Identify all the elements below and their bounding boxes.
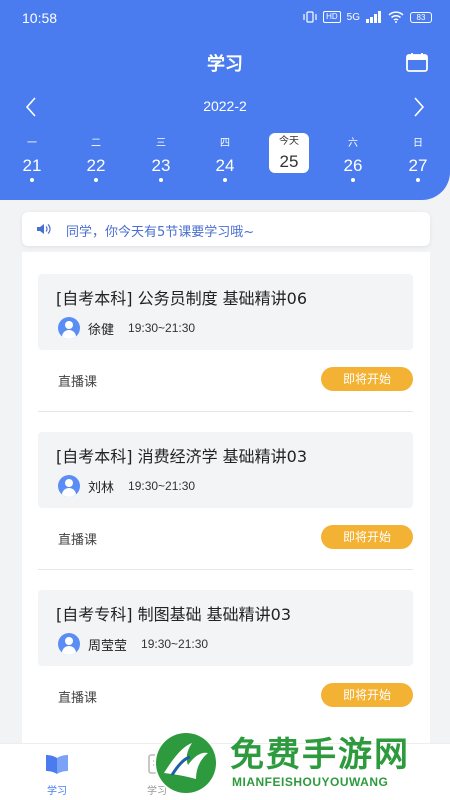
watermark-logo-icon <box>154 731 218 795</box>
watermark: 免费手游网 MIANFEISHOUYOUWANG <box>150 727 450 800</box>
wifi-icon <box>388 11 404 23</box>
status-icons: HD 5G 83 <box>303 11 432 23</box>
course-info: [自考本科] 消费经济学 基础精讲03 刘林 19:30~21:30 <box>38 432 413 508</box>
avatar-icon <box>58 633 80 655</box>
weekday-label: 一 <box>27 138 37 149</box>
course-title: [自考本科] 消费经济学 基础精讲03 <box>56 447 308 466</box>
day-number: 25 <box>279 152 299 171</box>
page-title: 学习 <box>207 54 243 75</box>
day-cell[interactable]: 二 22 <box>76 132 116 182</box>
divider <box>38 411 413 412</box>
battery-icon: 83 <box>410 11 432 23</box>
status-bar: 10:58 HD 5G 83 <box>0 0 450 38</box>
status-time: 10:58 <box>22 10 58 26</box>
weekday-label: 今天 <box>279 136 299 147</box>
day-dot <box>351 178 355 182</box>
tab-label: 学习 <box>47 786 67 797</box>
weekday-label: 三 <box>156 138 166 149</box>
teacher-row: 刘林 19:30~21:30 <box>58 475 195 497</box>
notice-bar: 同学，你今天有5节课要学习哦~ <box>22 212 430 246</box>
header: 10:58 HD 5G 83 学习 2022-2 一 21 二 22 三 23 … <box>0 0 450 200</box>
day-number: 22 <box>86 156 106 175</box>
day-number: 23 <box>151 156 171 175</box>
notice-text: 同学，你今天有5节课要学习哦~ <box>66 225 255 240</box>
course-time: 19:30~21:30 <box>128 479 196 493</box>
current-month: 2022-2 <box>203 98 247 114</box>
network-label: 5G <box>346 11 360 23</box>
day-number: 27 <box>408 156 428 175</box>
course-info: [自考专科] 制图基础 基础精讲03 周莹莹 19:30~21:30 <box>38 590 413 666</box>
course-info: [自考本科] 公务员制度 基础精讲06 徐健 19:30~21:30 <box>38 274 413 350</box>
teacher-name: 周莹莹 <box>88 638 128 654</box>
day-dot <box>159 178 163 182</box>
tab-study[interactable]: 学习 <box>12 744 102 800</box>
teacher-row: 周莹莹 19:30~21:30 <box>58 633 208 655</box>
day-cell[interactable]: 三 23 <box>141 132 181 182</box>
weekday-label: 四 <box>220 138 230 149</box>
weekday-label: 日 <box>413 138 423 149</box>
signal-icon <box>366 11 381 23</box>
weekday-label: 二 <box>91 138 101 149</box>
speaker-icon <box>37 224 51 234</box>
avatar-icon <box>58 475 80 497</box>
course-time: 19:30~21:30 <box>128 321 196 335</box>
divider <box>38 569 413 570</box>
teacher-name: 刘林 <box>88 480 115 496</box>
hd-badge: HD <box>323 11 341 23</box>
course-time: 19:30~21:30 <box>141 637 209 651</box>
start-button[interactable]: 即将开始 <box>321 683 413 707</box>
day-cell-today[interactable]: 今天 25 <box>269 133 309 173</box>
day-cell[interactable]: 四 24 <box>205 132 245 182</box>
teacher-row: 徐健 19:30~21:30 <box>58 317 195 339</box>
day-dot <box>416 178 420 182</box>
course-type: 直播课 <box>58 533 98 548</box>
day-number: 21 <box>22 156 42 175</box>
course-type: 直播课 <box>58 375 98 390</box>
start-button[interactable]: 即将开始 <box>321 525 413 549</box>
chevron-right-icon[interactable] <box>406 95 430 119</box>
course-title: [自考专科] 制图基础 基础精讲03 <box>56 605 292 624</box>
day-cell[interactable]: 六 26 <box>333 132 373 182</box>
day-dot <box>94 178 98 182</box>
calendar-icon[interactable] <box>406 52 428 72</box>
start-button[interactable]: 即将开始 <box>321 367 413 391</box>
month-selector: 2022-2 <box>0 92 450 122</box>
day-cell[interactable]: 一 21 <box>12 132 52 182</box>
week-strip: 一 21 二 22 三 23 四 24 今天 25 六 26 日 27 <box>0 132 450 182</box>
day-dot <box>223 178 227 182</box>
day-number: 24 <box>215 156 235 175</box>
watermark-subtitle: MIANFEISHOUYOUWANG <box>232 775 389 789</box>
day-dot <box>30 178 34 182</box>
course-type: 直播课 <box>58 691 98 706</box>
course-list: [自考本科] 公务员制度 基础精讲06 徐健 19:30~21:30 直播课 即… <box>22 252 430 752</box>
course-title: [自考本科] 公务员制度 基础精讲06 <box>56 289 308 308</box>
day-number: 26 <box>343 156 363 175</box>
avatar-icon <box>58 317 80 339</box>
watermark-title: 免费手游网 <box>230 735 410 775</box>
vibrate-icon <box>303 11 317 23</box>
weekday-label: 六 <box>348 138 358 149</box>
teacher-name: 徐健 <box>88 322 115 338</box>
day-cell[interactable]: 日 27 <box>398 132 438 182</box>
book-icon <box>46 755 68 774</box>
